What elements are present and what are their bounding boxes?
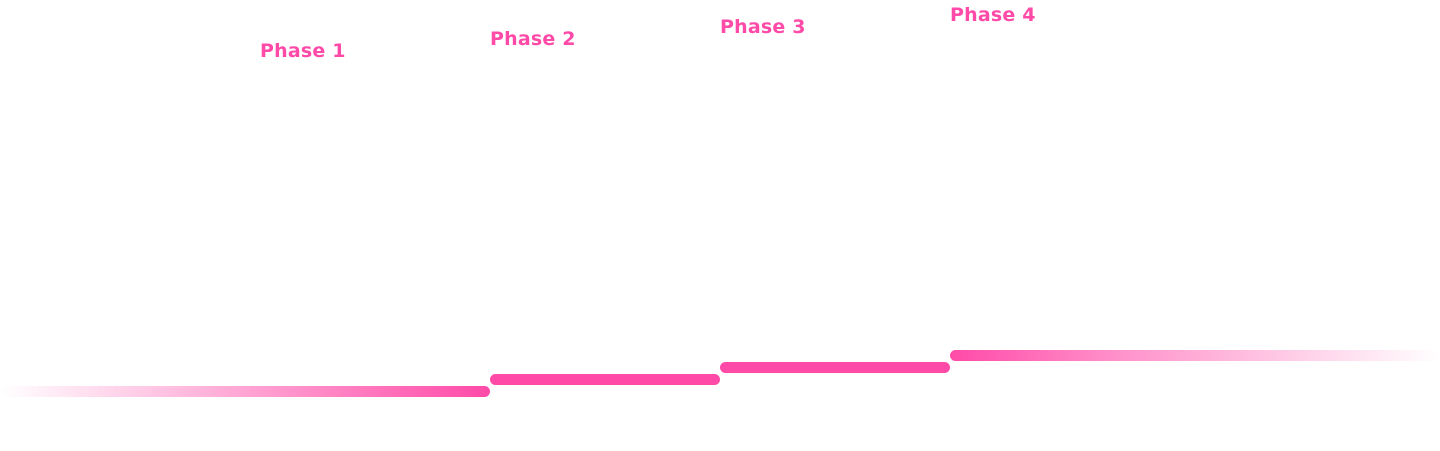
phase-2-step-bar — [490, 374, 720, 385]
phase-3-label: Phase 3 — [720, 16, 806, 38]
phase-4-label: Phase 4 — [950, 4, 1036, 26]
phase-1-label: Phase 1 — [260, 40, 346, 62]
phase-1-step-bar — [0, 386, 490, 397]
phase-2-label: Phase 2 — [490, 28, 576, 50]
phase-4-step-bar — [950, 350, 1440, 361]
phase-3-step-bar — [720, 362, 950, 373]
